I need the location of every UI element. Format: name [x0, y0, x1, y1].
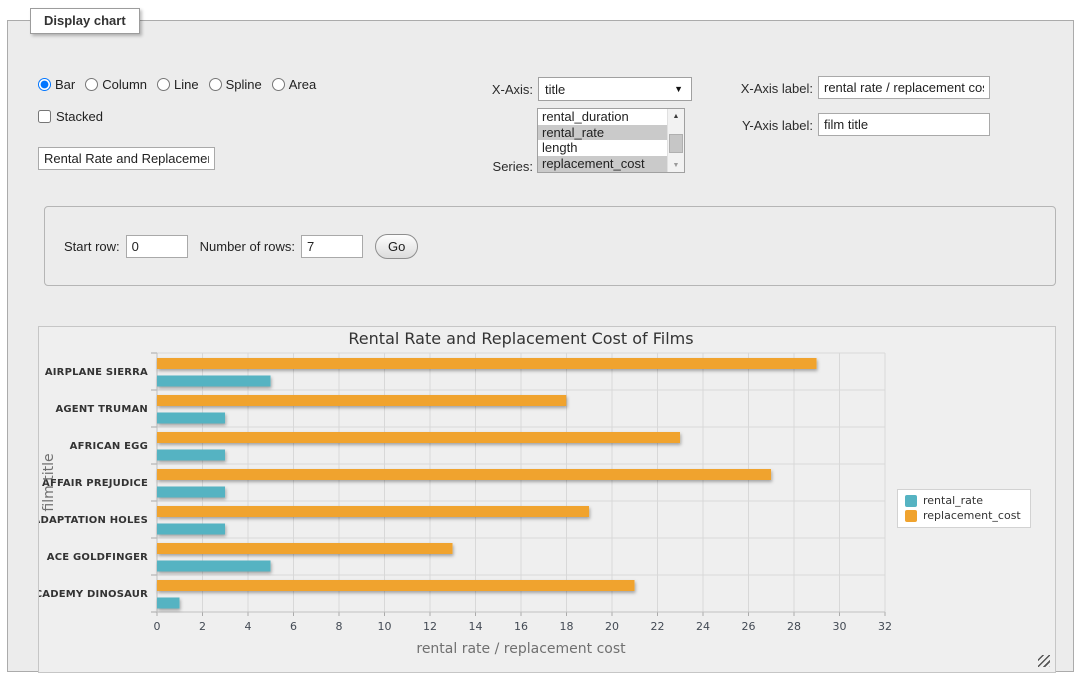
x-axis-label-label: X-Axis label: — [698, 81, 813, 96]
go-button[interactable]: Go — [375, 234, 418, 259]
svg-text:2: 2 — [199, 620, 206, 633]
radio-spline[interactable] — [209, 78, 222, 91]
radio-column[interactable] — [85, 78, 98, 91]
series-list-scrollbar[interactable]: ▲ ▼ — [667, 109, 684, 172]
svg-text:film title: film title — [41, 453, 57, 511]
series-option-rental-duration[interactable]: rental_duration — [538, 109, 667, 125]
y-axis-label-label: Y-Axis label: — [698, 118, 813, 133]
series-listbox[interactable]: rental_duration rental_rate length repla… — [537, 108, 685, 173]
x-axis-selected-value: title — [545, 82, 674, 97]
num-rows-label: Number of rows: — [200, 239, 295, 254]
svg-text:4: 4 — [245, 620, 252, 633]
svg-text:8: 8 — [336, 620, 343, 633]
num-rows-input[interactable] — [301, 235, 363, 258]
svg-text:20: 20 — [605, 620, 619, 633]
x-axis-label-input[interactable] — [818, 76, 990, 99]
legend-swatch-replacement-cost — [905, 510, 917, 522]
svg-text:6: 6 — [290, 620, 297, 633]
svg-text:28: 28 — [787, 620, 801, 633]
radio-label-bar: Bar — [55, 77, 75, 92]
svg-text:18: 18 — [560, 620, 574, 633]
chart-type-radio-group: Bar Column Line Spline Area — [38, 77, 316, 92]
stacked-label: Stacked — [56, 109, 103, 124]
x-axis-select[interactable]: title ▼ — [538, 77, 692, 101]
scroll-track[interactable] — [668, 123, 684, 158]
chart-title-input[interactable] — [38, 147, 215, 170]
radio-pair-line: Line — [157, 77, 199, 92]
legend-item-replacement-cost[interactable]: replacement_cost — [905, 509, 1021, 522]
svg-text:12: 12 — [423, 620, 437, 633]
svg-text:AFRICAN EGG: AFRICAN EGG — [70, 441, 148, 452]
svg-text:10: 10 — [378, 620, 392, 633]
svg-text:16: 16 — [514, 620, 528, 633]
y-axis-label-input[interactable] — [818, 113, 990, 136]
svg-text:AGENT TRUMAN: AGENT TRUMAN — [55, 404, 148, 415]
scroll-down-icon[interactable]: ▼ — [668, 158, 684, 172]
legend-label-replacement-cost: replacement_cost — [923, 509, 1021, 522]
svg-text:30: 30 — [833, 620, 847, 633]
legend-label-rental-rate: rental_rate — [923, 494, 983, 507]
svg-text:14: 14 — [469, 620, 483, 633]
stacked-row: Stacked — [38, 109, 103, 124]
series-option-replacement-cost[interactable]: replacement_cost — [538, 156, 667, 172]
row-range-box: Start row: Number of rows: Go — [44, 206, 1056, 286]
start-row-input[interactable] — [126, 235, 188, 258]
svg-text:ACADEMY DINOSAUR: ACADEMY DINOSAUR — [39, 589, 148, 600]
radio-label-line: Line — [174, 77, 199, 92]
series-options: rental_duration rental_rate length repla… — [538, 109, 667, 172]
radio-pair-spline: Spline — [209, 77, 262, 92]
radio-label-spline: Spline — [226, 77, 262, 92]
svg-text:24: 24 — [696, 620, 710, 633]
chart-legend: rental_rate replacement_cost — [897, 489, 1031, 528]
scroll-up-icon[interactable]: ▲ — [668, 109, 684, 123]
radio-pair-column: Column — [85, 77, 147, 92]
svg-text:32: 32 — [878, 620, 892, 633]
panel-legend-title: Display chart — [30, 8, 140, 34]
scroll-thumb[interactable] — [669, 134, 683, 153]
display-chart-panel: Bar Column Line Spline Area Stacked — [7, 20, 1074, 672]
chevron-down-icon: ▼ — [674, 84, 683, 94]
radio-pair-bar: Bar — [38, 77, 75, 92]
radio-line[interactable] — [157, 78, 170, 91]
row-range-controls: Start row: Number of rows: Go — [64, 234, 418, 259]
stacked-checkbox[interactable] — [38, 110, 51, 123]
radio-bar[interactable] — [38, 78, 51, 91]
radio-pair-area: Area — [272, 77, 316, 92]
x-axis-select-label: X-Axis: — [453, 82, 533, 97]
chart-container: 02468101214161820222426283032AIRPLANE SI… — [38, 326, 1056, 673]
svg-text:AFFAIR PREJUDICE: AFFAIR PREJUDICE — [42, 478, 148, 489]
page: Bar Column Line Spline Area Stacked — [0, 0, 1081, 681]
svg-text:ACE GOLDFINGER: ACE GOLDFINGER — [47, 552, 148, 563]
svg-text:0: 0 — [154, 620, 161, 633]
series-option-length[interactable]: length — [538, 140, 667, 156]
svg-text:AIRPLANE SIERRA: AIRPLANE SIERRA — [45, 367, 148, 378]
svg-text:ADAPTATION HOLES: ADAPTATION HOLES — [39, 515, 148, 526]
radio-label-area: Area — [289, 77, 316, 92]
radio-area[interactable] — [272, 78, 285, 91]
legend-swatch-rental-rate — [905, 495, 917, 507]
svg-text:22: 22 — [651, 620, 665, 633]
start-row-label: Start row: — [64, 239, 120, 254]
svg-text:Rental Rate and Replacement Co: Rental Rate and Replacement Cost of Film… — [348, 329, 693, 348]
series-option-rental-rate[interactable]: rental_rate — [538, 125, 667, 141]
svg-text:rental rate / replacement cost: rental rate / replacement cost — [416, 641, 626, 657]
svg-text:26: 26 — [742, 620, 756, 633]
series-list-label: Series: — [453, 159, 533, 174]
resize-handle-icon[interactable] — [1038, 655, 1050, 667]
legend-item-rental-rate[interactable]: rental_rate — [905, 494, 1021, 507]
radio-label-column: Column — [102, 77, 147, 92]
